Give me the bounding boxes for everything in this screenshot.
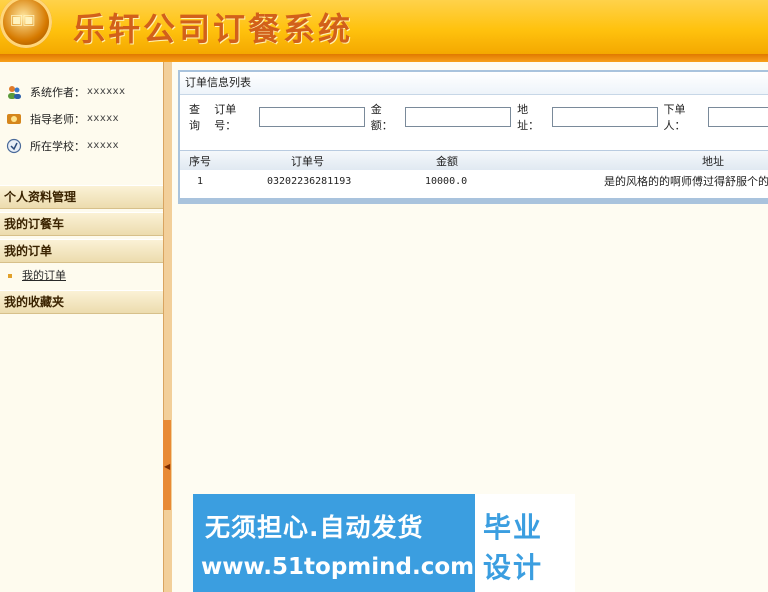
watermark-badge: 毕业 设计 (475, 494, 575, 592)
search-bar: 查询 订单号： 金额： 地址： 下单人： (180, 100, 768, 134)
table-row[interactable]: 1 03202236281193 10000.0 是的风格的的啊师傅过得舒服个的 (180, 170, 768, 192)
watermark-badge-bottom: 设计 (483, 551, 544, 584)
watermark-banner: 无须担心.自动发货 www.51topmind.com 毕业 设计 (193, 494, 575, 592)
address-input[interactable] (551, 107, 658, 127)
info-author: 系统作者： xxxxxx (0, 78, 164, 105)
info-school-label: 所在学校： (30, 139, 85, 153)
orderer-input[interactable] (708, 107, 768, 127)
teacher-icon (6, 111, 22, 127)
info-teacher-value: xxxxx (87, 113, 120, 124)
panel-title: 订单信息列表 (180, 72, 768, 95)
orderer-label: 下单人： (663, 103, 686, 132)
sidebar-menu: 个人资料管理 我的订餐车 我的订单 我的订单 我的收藏夹 (0, 185, 163, 317)
author-info: 系统作者： xxxxxx 指导老师： xxxxx 所在学校： xxxxx (0, 78, 164, 159)
sidebar-splitter[interactable] (163, 62, 172, 592)
cell-address: 是的风格的的啊师傅过得舒服个的 (604, 175, 768, 188)
watermark-slogan: 无须担心.自动发货 (205, 513, 424, 542)
collapse-arrow-icon[interactable]: ◀ (164, 462, 170, 471)
cell-index: 1 (197, 175, 204, 187)
watermark-left: 无须担心.自动发货 www.51topmind.com (193, 494, 475, 592)
header-band (0, 54, 768, 62)
app-title: 乐轩公司订餐系统 (73, 10, 354, 48)
cell-amount: 10000.0 (425, 175, 468, 187)
info-school: 所在学校： xxxxx (0, 132, 164, 159)
menu-orders-sub[interactable]: 我的订单 (0, 266, 163, 286)
info-teacher-label: 指导老师： (30, 112, 85, 126)
info-school-value: xxxxx (87, 140, 120, 151)
users-icon (6, 84, 22, 100)
logo-icon: ▣▣ (0, 0, 52, 48)
amount-input[interactable] (405, 107, 512, 127)
table-header: 序号 订单号 金额 地址 (180, 150, 768, 172)
menu-profile[interactable]: 个人资料管理 (0, 185, 163, 209)
order-no-input[interactable] (258, 107, 365, 127)
query-label: 查询 (189, 103, 200, 132)
col-header-order-no: 订单号 (291, 155, 324, 168)
col-header-index: 序号 (189, 155, 211, 168)
menu-cart[interactable]: 我的订餐车 (0, 212, 163, 236)
info-teacher: 指导老师： xxxxx (0, 105, 164, 132)
watermark-url: www.51topmind.com (201, 554, 475, 580)
app-header: ▣▣ 乐轩公司订餐系统 (0, 0, 768, 54)
school-icon (6, 138, 22, 154)
col-header-amount: 金额 (436, 155, 458, 168)
info-author-label: 系统作者： (30, 85, 85, 99)
menu-orders[interactable]: 我的订单 (0, 239, 163, 263)
watermark-badge-top: 毕业 (483, 511, 544, 544)
col-header-address: 地址 (702, 155, 724, 168)
panel-bottom-border (180, 198, 768, 202)
amount-label: 金额： (370, 103, 393, 132)
order-no-label: 订单号： (214, 103, 237, 132)
bullet-icon (8, 274, 12, 278)
my-orders-link[interactable]: 我的订单 (22, 266, 66, 286)
menu-favorites[interactable]: 我的收藏夹 (0, 290, 163, 314)
order-list-panel: 订单信息列表 查询 订单号： 金额： 地址： 下单人： 序号 订单号 金额 地址… (178, 70, 768, 204)
cell-order-no: 03202236281193 (267, 175, 352, 187)
address-label: 地址： (517, 103, 540, 132)
info-author-value: xxxxxx (87, 86, 126, 97)
